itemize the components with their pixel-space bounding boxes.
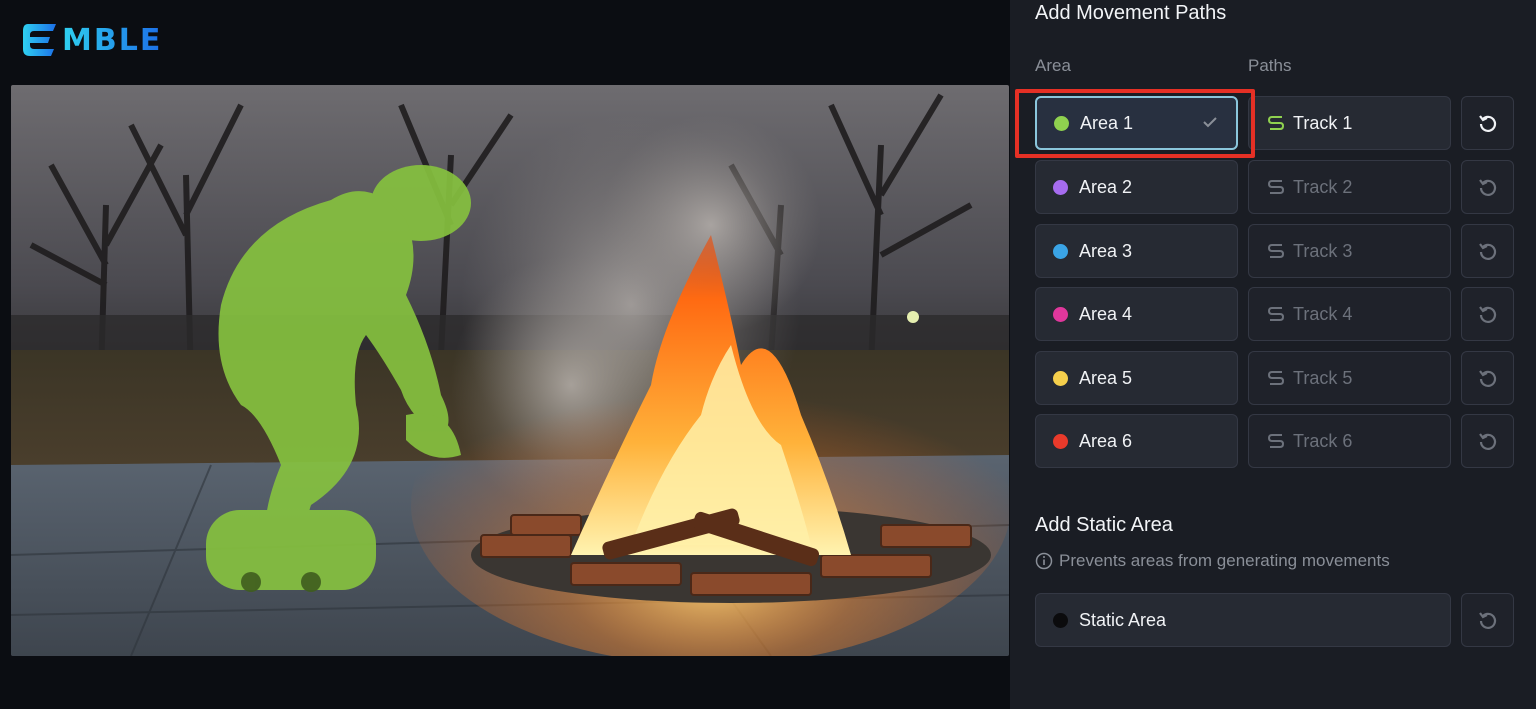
area-label: Area 3 (1079, 240, 1133, 261)
area-color-dot (1053, 370, 1068, 386)
canvas-area: MBLE (0, 0, 1010, 709)
reset-static-area-button[interactable] (1461, 593, 1514, 647)
area-label: Area 6 (1079, 430, 1133, 451)
reset-icon (1478, 243, 1496, 260)
area-color-dot (1054, 115, 1069, 131)
track-2-button[interactable]: Track 2 (1248, 160, 1451, 214)
track-5-button[interactable]: Track 5 (1248, 351, 1451, 405)
reset-icon (1478, 612, 1496, 629)
area-label: Area 2 (1079, 176, 1133, 197)
track-3-button[interactable]: Track 3 (1248, 224, 1451, 278)
area-color-dot (1053, 306, 1068, 322)
area-color-dot (1053, 433, 1068, 449)
static-area-title: Add Static Area (1035, 514, 1173, 536)
track-label: Track 6 (1293, 430, 1353, 451)
reset-track-1-button[interactable] (1461, 96, 1514, 150)
track-1-button[interactable]: Track 1 (1248, 96, 1451, 150)
area-label: Area 5 (1079, 367, 1133, 388)
track-label: Track 5 (1293, 367, 1353, 388)
area-color-dot (1053, 243, 1068, 259)
area-4-button[interactable]: Area 4 (1035, 287, 1238, 341)
reset-track-6-button[interactable] (1461, 414, 1514, 468)
area-color-dot (1053, 179, 1068, 195)
reset-track-2-button[interactable] (1461, 160, 1514, 214)
reset-icon (1478, 306, 1496, 323)
reset-icon (1478, 433, 1496, 450)
track-6-button[interactable]: Track 6 (1248, 414, 1451, 468)
logo-wordmark: MBLE (62, 22, 163, 58)
reset-icon (1478, 115, 1496, 132)
area-2-button[interactable]: Area 2 (1035, 160, 1238, 214)
path-icon (1267, 180, 1285, 194)
path-icon (1267, 307, 1285, 321)
hint-text: Prevents areas from generating movements (1059, 551, 1390, 570)
track-label: Track 1 (1293, 112, 1353, 133)
check-icon (1203, 117, 1217, 128)
area-column-label: Area (1035, 56, 1071, 75)
movement-paths-title: Add Movement Paths (1035, 2, 1227, 24)
path-icon (1267, 434, 1285, 448)
static-area-label: Static Area (1079, 609, 1167, 630)
track-label: Track 2 (1293, 176, 1353, 197)
scene-image (11, 85, 1009, 656)
track-label: Track 4 (1293, 303, 1353, 324)
reset-icon (1478, 370, 1496, 387)
video-frame[interactable] (11, 85, 1009, 656)
area-1-button[interactable]: Area 1 (1035, 96, 1238, 150)
area-3-button[interactable]: Area 3 (1035, 224, 1238, 278)
area-5-button[interactable]: Area 5 (1035, 351, 1238, 405)
area-label: Area 4 (1079, 303, 1133, 324)
area-6-button[interactable]: Area 6 (1035, 414, 1238, 468)
path-icon (1267, 116, 1285, 130)
app-logo: MBLE (20, 18, 162, 62)
reset-icon (1478, 179, 1496, 196)
area-label: Area 1 (1080, 112, 1134, 133)
control-panel: Add Movement Paths Area Paths Area 1 Tra… (1010, 0, 1536, 709)
reset-track-4-button[interactable] (1461, 287, 1514, 341)
paths-column-label: Paths (1248, 56, 1292, 75)
path-icon (1267, 371, 1285, 385)
track-4-button[interactable]: Track 4 (1248, 287, 1451, 341)
info-icon (1035, 552, 1053, 570)
static-area-hint: Prevents areas from generating movements (1035, 551, 1390, 571)
track-label: Track 3 (1293, 240, 1353, 261)
path-icon (1267, 244, 1285, 258)
reset-track-5-button[interactable] (1461, 351, 1514, 405)
static-area-button[interactable]: Static Area (1035, 593, 1451, 647)
reset-track-3-button[interactable] (1461, 224, 1514, 278)
area-color-dot (1053, 612, 1068, 628)
logo-e-icon (23, 24, 56, 56)
